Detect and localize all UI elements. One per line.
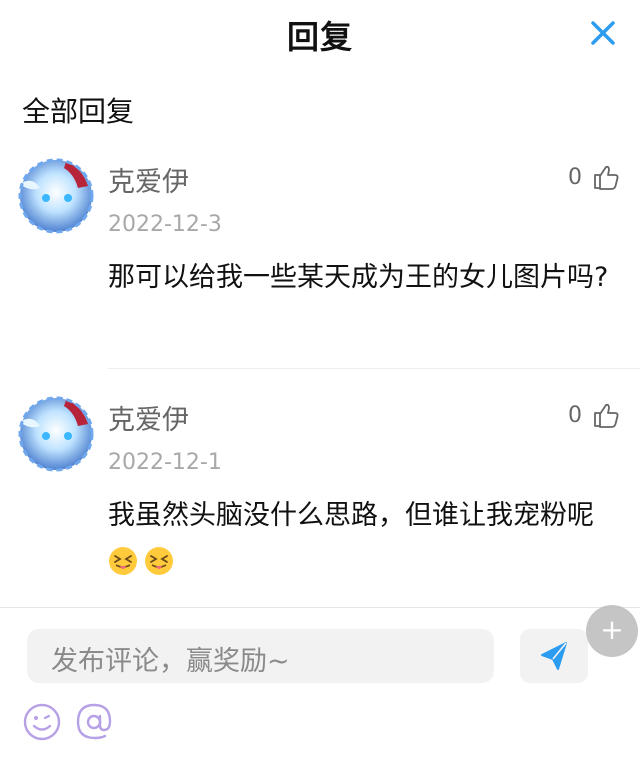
- like-count: 0: [568, 402, 582, 428]
- send-icon: [541, 642, 567, 670]
- comment-text: 那可以给我一些某天成为王的女儿图片吗?: [108, 262, 609, 293]
- comment-input-placeholder: 发布评论，赢奖励~: [51, 646, 290, 677]
- avatar[interactable]: [10, 154, 94, 238]
- avatar[interactable]: [10, 392, 94, 476]
- header: 回复: [0, 0, 640, 64]
- smiley-icon[interactable]: [22, 702, 62, 742]
- like-button[interactable]: 0: [568, 398, 620, 432]
- like-count: 0: [568, 164, 582, 190]
- comment-date: 2022-12-3: [108, 212, 222, 237]
- section-title: 全部回复: [22, 95, 135, 128]
- plus-icon: +: [600, 613, 624, 646]
- username[interactable]: 克爱伊: [108, 398, 189, 437]
- like-button[interactable]: 0: [568, 160, 620, 194]
- thumbs-up-icon: [594, 403, 619, 428]
- close-icon[interactable]: [588, 18, 618, 48]
- comment-text-block: 我虽然头脑没什么思路，但谁让我宠粉呢: [108, 492, 623, 588]
- comment-item: 克爱伊 2022-12-1 0 我虽然头脑没什么思路，但谁让我宠粉呢: [0, 388, 640, 603]
- comment-item: 克爱伊 2022-12-3 0 那可以给我一些某天成为王的女儿图片吗?: [0, 150, 640, 370]
- divider: [108, 368, 640, 369]
- thumbs-up-icon: [594, 165, 619, 190]
- floating-add-button[interactable]: +: [586, 605, 638, 657]
- comment-composer: 发布评论，赢奖励~: [0, 607, 640, 781]
- comment-input[interactable]: 发布评论，赢奖励~: [27, 629, 494, 683]
- send-button[interactable]: [520, 629, 588, 683]
- page-title: 回复: [286, 18, 353, 56]
- at-icon[interactable]: [74, 702, 114, 742]
- squinting-tongue-emoji-icon: [145, 547, 173, 575]
- squinting-tongue-emoji-icon: [109, 547, 137, 575]
- comment-date: 2022-12-1: [108, 450, 222, 475]
- username[interactable]: 克爱伊: [108, 160, 189, 199]
- comment-text: 我虽然头脑没什么思路，但谁让我宠粉呢: [108, 500, 594, 531]
